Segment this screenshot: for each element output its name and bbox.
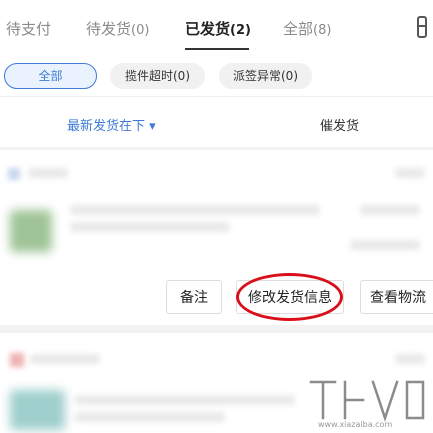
urge-shipment-button[interactable]: 催发货 [320,115,359,134]
tab-all[interactable]: 全部(8) [283,18,331,39]
tab-pending-shipment[interactable]: 待发货(0) [86,18,149,39]
chevron-down-icon: ▾ [149,119,156,134]
highlight-circle [236,273,343,321]
shop-icon [10,353,24,367]
tab-pending-payment[interactable]: 待支付 [6,18,51,39]
watermark-url: www.xiazaiba.com [318,420,393,429]
sort-bar: 最新发货在下 ▾ 催发货 [0,97,433,147]
shop-icon [8,168,20,180]
sort-label: 最新发货在下 [67,119,146,134]
blurred-status [395,168,425,178]
blurred-product-spec [75,412,225,422]
view-logistics-button[interactable]: 查看物流 [360,280,433,314]
blurred-product-title [70,205,320,215]
filter-chip-delivery-exception[interactable]: 派签异常(0) [219,63,312,89]
tab-count: (8) [313,23,332,38]
filter-chip-pickup-timeout[interactable]: 揽件超时(0) [110,63,205,89]
blurred-total [350,240,420,250]
blurred-product-title [75,395,295,405]
tab-label: 全部 [283,20,314,38]
tab-label: 待支付 [6,20,52,38]
tab-count: (0) [131,23,150,38]
blurred-price [360,205,420,215]
filter-chip-bar: 全部 揽件超时(0) 派签异常(0) [0,55,433,97]
product-thumbnail [10,210,52,252]
sort-dropdown[interactable]: 最新发货在下 ▾ [67,115,156,134]
order-tabs-bar: 待支付 待发货(0) 已发货(2) 全部(8) [0,0,433,55]
tab-count: (2) [230,23,251,38]
blurred-product-spec [70,222,230,232]
note-button[interactable]: 备注 [166,280,222,314]
tab-shipped[interactable]: 已发货(2) [185,18,251,39]
active-tab-indicator [185,48,249,50]
product-thumbnail [10,390,65,430]
blurred-shop-name [30,354,100,364]
blurred-shop-name [28,168,68,178]
menu-icon[interactable] [417,16,427,38]
filter-chip-all[interactable]: 全部 [4,63,97,89]
tab-label: 待发货 [86,20,132,38]
tab-label: 已发货 [185,20,231,38]
blurred-status [395,354,425,364]
